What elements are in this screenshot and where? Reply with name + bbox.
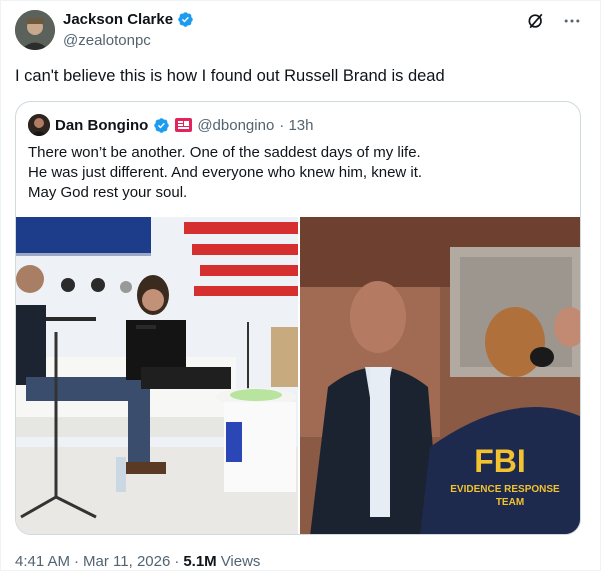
- top-actions: [526, 11, 582, 31]
- views-label: Views: [220, 553, 261, 570]
- post-date[interactable]: Mar 11, 2026: [83, 553, 170, 570]
- vest-line2-text: EVIDENCE RESPONSE: [450, 484, 560, 495]
- quoted-media: FBI EVIDENCE RESPONSE TEAM: [16, 217, 580, 534]
- affiliate-badge-icon: [175, 118, 193, 132]
- quoted-text-line: May God rest your soul.: [28, 184, 188, 201]
- author-name[interactable]: Jackson Clarke: [63, 11, 194, 28]
- tweet-text: I can't believe this is how I found out …: [15, 67, 445, 85]
- post-time[interactable]: 4:41 AM: [15, 553, 70, 570]
- author-handle[interactable]: @zealotonpc: [63, 32, 151, 49]
- quoted-text-line: He was just different. And everyone who …: [28, 164, 423, 181]
- author-name-text[interactable]: Jackson Clarke: [63, 11, 173, 28]
- meta-separator: ·: [174, 553, 180, 570]
- tweet-meta: 4:41 AM · Mar 11, 2026 · 5.1M Views: [15, 553, 260, 570]
- media-photo-left[interactable]: [16, 217, 298, 534]
- vest-fbi-text: FBI: [474, 443, 526, 479]
- quoted-tweet[interactable]: Dan Bongino @dbongino · 13h There won’t …: [15, 101, 581, 535]
- quoted-avatar[interactable]: [28, 114, 50, 136]
- views-count[interactable]: 5.1M: [183, 553, 216, 570]
- quoted-name[interactable]: Dan Bongino: [55, 117, 148, 134]
- quoted-text-line: There won’t be another. One of the sadde…: [28, 144, 421, 161]
- verified-badge-icon: [177, 11, 194, 28]
- more-options-icon[interactable]: [562, 11, 582, 31]
- vest-line3-text: TEAM: [496, 497, 524, 508]
- quoted-handle[interactable]: @dbongino: [197, 117, 274, 134]
- quoted-text: There won’t be another. One of the sadde…: [28, 143, 422, 203]
- tweet-card: Jackson Clarke @zealotonpc I can't belie…: [0, 0, 601, 571]
- quoted-time[interactable]: · 13h: [279, 117, 313, 134]
- author-avatar[interactable]: [15, 10, 55, 50]
- grok-icon[interactable]: [526, 11, 546, 31]
- quoted-header: Dan Bongino @dbongino · 13h: [28, 114, 314, 136]
- media-photo-right[interactable]: FBI EVIDENCE RESPONSE TEAM: [300, 217, 580, 534]
- meta-separator: ·: [74, 553, 80, 570]
- quoted-verified-badge-icon: [153, 117, 170, 134]
